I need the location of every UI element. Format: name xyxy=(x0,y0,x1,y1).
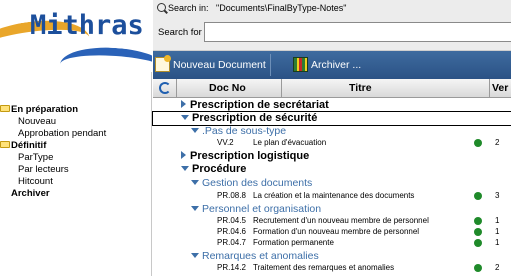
doc-number: VV.2 xyxy=(217,138,234,147)
tree-item-en-preparation[interactable]: En préparation xyxy=(0,104,78,116)
collapse-arrow-icon[interactable] xyxy=(191,127,199,133)
category-row-procedure[interactable]: Procédure xyxy=(153,163,511,176)
collapse-arrow-icon[interactable] xyxy=(181,114,189,120)
document-row[interactable]: PR.08.8 La création et la maintenance de… xyxy=(153,191,511,201)
column-divider xyxy=(176,79,177,98)
action-toolbar: Nouveau Document Archiver ... xyxy=(153,51,511,79)
doc-title: Le plan d'évacuation xyxy=(253,138,327,147)
tree-item-approbation-pendant[interactable]: Approbation pendant xyxy=(18,128,106,140)
mithras-logo: Mithras xyxy=(0,0,152,72)
doc-version: 1 xyxy=(495,238,500,247)
search-bar: Search in: "Documents\FinalByType-Notes"… xyxy=(153,0,511,51)
document-list: Prescription de secrétariat Prescription… xyxy=(152,98,511,276)
category-row-prescription-secretariat[interactable]: Prescription de secrétariat xyxy=(153,99,511,112)
column-divider xyxy=(489,79,490,98)
search-scope: Search in: "Documents\FinalByType-Notes" xyxy=(157,3,347,13)
document-row[interactable]: PR.14.2 Traitement des remarques et anom… xyxy=(153,263,511,273)
search-for-label: Search for xyxy=(158,27,202,38)
doc-title: Recrutement d'un nouveau membre de perso… xyxy=(253,216,429,225)
new-document-icon xyxy=(155,55,171,72)
document-row[interactable]: PR.04.5 Recrutement d'un nouveau membre … xyxy=(153,216,511,226)
status-dot-icon xyxy=(474,228,482,236)
document-row[interactable]: PR.04.7 Formation permanente 1 xyxy=(153,238,511,248)
column-title[interactable]: Titre xyxy=(349,82,372,94)
status-dot-icon xyxy=(474,139,482,147)
doc-version: 1 xyxy=(495,216,500,225)
doc-title: La création et la maintenance des docume… xyxy=(253,191,415,200)
tree-item-archiver[interactable]: Archiver xyxy=(11,188,50,200)
folder-icon xyxy=(0,140,10,148)
doc-number: PR.04.7 xyxy=(217,238,246,247)
tree-item-definitif[interactable]: Définitif xyxy=(0,140,46,152)
archive-icon xyxy=(293,57,308,72)
subtype-row-personnel-et-organisation[interactable]: Personnel et organisation xyxy=(153,203,511,215)
logo-text: Mithras xyxy=(30,10,144,41)
document-row[interactable]: VV.2 Le plan d'évacuation 2 xyxy=(153,138,511,148)
status-dot-icon xyxy=(474,264,482,272)
subtype-row-pas-de-sous-type[interactable]: .Pas de sous-type xyxy=(153,125,511,137)
collapse-arrow-icon[interactable] xyxy=(191,179,199,185)
doc-version: 2 xyxy=(495,138,500,147)
category-row-prescription-logistique[interactable]: Prescription logistique xyxy=(153,150,511,163)
doc-version: 3 xyxy=(495,191,500,200)
doc-title: Formation permanente xyxy=(253,238,334,247)
column-doc-no[interactable]: Doc No xyxy=(209,82,246,94)
document-row[interactable]: PR.04.6 Formation d'un nouveau membre de… xyxy=(153,227,511,237)
column-version[interactable]: Ver xyxy=(492,82,508,94)
status-dot-icon xyxy=(474,239,482,247)
tree-item-par-lecteurs[interactable]: Par lecteurs xyxy=(18,164,69,176)
new-document-button[interactable]: Nouveau Document xyxy=(153,54,271,76)
expand-arrow-icon[interactable] xyxy=(181,151,186,160)
expand-arrow-icon[interactable] xyxy=(181,100,186,109)
search-input[interactable] xyxy=(204,22,511,42)
doc-number: PR.14.2 xyxy=(217,263,246,272)
tree-item-hitcount[interactable]: Hitcount xyxy=(18,176,53,188)
column-divider xyxy=(281,79,282,98)
subtype-row-remarques-et-anomalies[interactable]: Remarques et anomalies xyxy=(153,250,511,262)
doc-title: Traitement des remarques et anomalies xyxy=(253,263,395,272)
search-icon[interactable] xyxy=(157,3,166,13)
column-header: Doc No Titre Ver xyxy=(153,79,511,98)
status-dot-icon xyxy=(474,217,482,225)
doc-number: PR.08.8 xyxy=(217,191,246,200)
document-view: Search in: "Documents\FinalByType-Notes"… xyxy=(152,0,511,276)
doc-version: 1 xyxy=(495,227,500,236)
collapse-arrow-icon[interactable] xyxy=(191,252,199,258)
doc-version: 2 xyxy=(495,263,500,272)
doc-number: PR.04.5 xyxy=(217,216,246,225)
folder-icon xyxy=(0,104,10,112)
tree-item-partype[interactable]: ParType xyxy=(18,152,53,164)
subtype-row-gestion-des-documents[interactable]: Gestion des documents xyxy=(153,177,511,189)
archive-button[interactable]: Archiver ... xyxy=(291,54,365,76)
status-dot-icon xyxy=(474,192,482,200)
collapse-arrow-icon[interactable] xyxy=(181,165,189,171)
doc-title: Formation d'un nouveau membre de personn… xyxy=(253,227,420,236)
collapse-arrow-icon[interactable] xyxy=(191,205,199,211)
category-row-prescription-securite[interactable]: Prescription de sécurité xyxy=(152,111,511,126)
doc-number: PR.04.6 xyxy=(217,227,246,236)
tree-item-nouveau[interactable]: Nouveau xyxy=(18,116,56,128)
navigation-panel: Mithras En préparation Nouveau Approbati… xyxy=(0,0,152,276)
refresh-icon[interactable] xyxy=(159,82,171,94)
